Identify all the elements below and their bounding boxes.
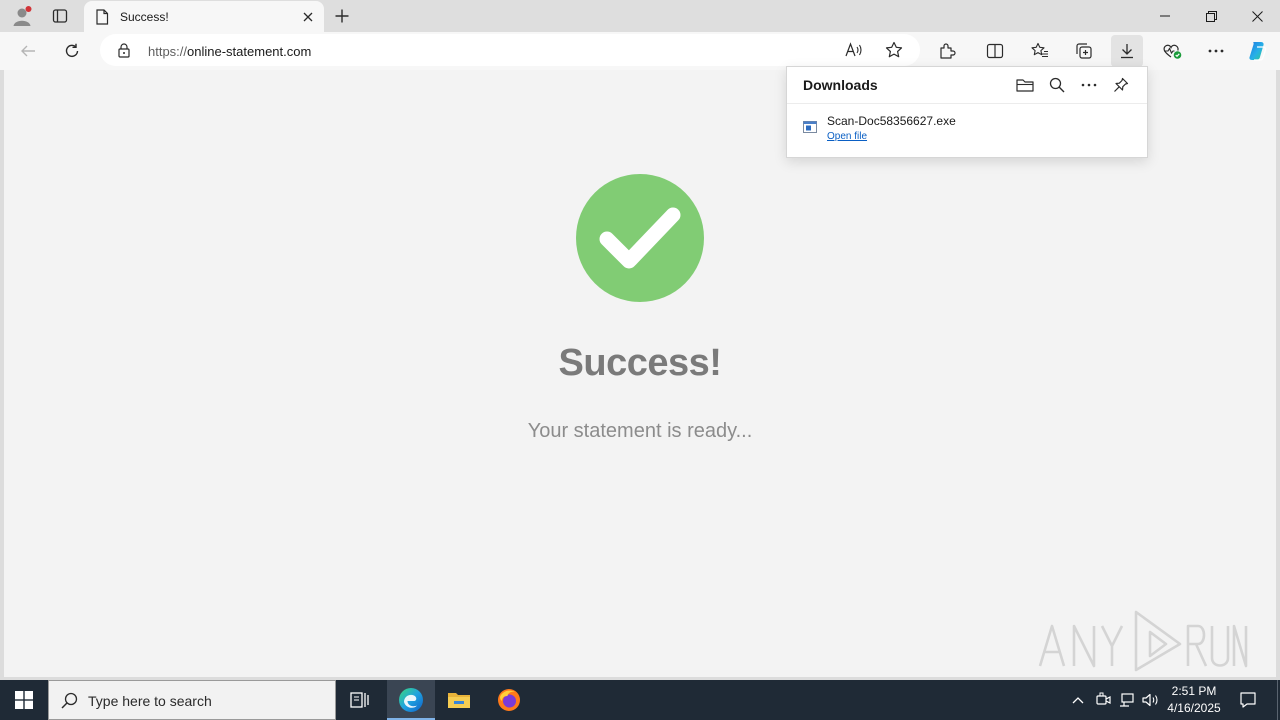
- downloads-title: Downloads: [803, 77, 878, 93]
- collections-icon[interactable]: [1068, 35, 1100, 67]
- anyrun-watermark: [1038, 608, 1248, 672]
- tab-success[interactable]: Success!: [84, 1, 324, 32]
- close-icon[interactable]: [300, 9, 316, 25]
- page-content: Success! Your statement is ready...: [4, 70, 1276, 677]
- notifications-icon[interactable]: [1234, 680, 1262, 720]
- browser-toolbar: https://online-statement.com: [0, 32, 1280, 70]
- more-icon[interactable]: [1200, 35, 1232, 67]
- firefox-icon[interactable]: [485, 680, 533, 720]
- lock-icon[interactable]: [118, 43, 130, 63]
- more-options-icon[interactable]: [1076, 73, 1102, 97]
- taskbar-search-box[interactable]: Type here to search: [48, 680, 336, 720]
- plus-icon[interactable]: [330, 4, 354, 28]
- url-host: online-statement.com: [187, 44, 312, 59]
- read-aloud-icon[interactable]: [841, 38, 867, 62]
- browser-essentials-icon[interactable]: [1156, 35, 1188, 67]
- clock-time: 2:51 PM: [1171, 684, 1217, 698]
- favorites-icon[interactable]: [1024, 35, 1056, 67]
- show-desktop-button[interactable]: [1274, 680, 1280, 720]
- search-icon: [61, 692, 78, 714]
- task-view-icon[interactable]: [336, 680, 384, 720]
- page-heading: Success!: [558, 342, 722, 384]
- pin-icon[interactable]: [1108, 73, 1134, 97]
- chevron-up-icon[interactable]: [1068, 680, 1088, 720]
- download-file-name: Scan-Doc58356627.exe: [827, 114, 956, 128]
- exe-file-icon: [803, 120, 817, 138]
- profile-icon[interactable]: [2, 0, 42, 32]
- page-subtext: Your statement is ready...: [527, 420, 753, 442]
- split-screen-icon[interactable]: [979, 35, 1011, 67]
- copilot-icon[interactable]: [1241, 35, 1273, 67]
- success-check-icon: [576, 174, 704, 302]
- extensions-icon[interactable]: [931, 35, 963, 67]
- minimize-icon[interactable]: [1142, 0, 1188, 32]
- tab-actions-icon[interactable]: [40, 0, 80, 32]
- network-icon[interactable]: [1117, 680, 1137, 720]
- clock-date: 4/16/2025: [1167, 701, 1221, 715]
- taskbar: Type here to search 2:51 PM 4/16/2025: [0, 680, 1280, 720]
- edge-icon[interactable]: [387, 680, 435, 720]
- close-window-icon[interactable]: [1234, 0, 1280, 32]
- url-scheme: https://: [148, 44, 188, 59]
- tab-bar: Success!: [0, 0, 1280, 32]
- tab-title: Success!: [120, 10, 169, 24]
- url-text[interactable]: https://online-statement.com: [148, 44, 311, 59]
- meet-now-icon[interactable]: [1093, 680, 1113, 720]
- downloads-header: Downloads: [787, 67, 1147, 104]
- page-icon: [95, 9, 109, 30]
- file-explorer-icon[interactable]: [435, 680, 483, 720]
- windows-start-icon[interactable]: [0, 680, 48, 720]
- open-folder-icon[interactable]: [1012, 73, 1038, 97]
- refresh-icon[interactable]: [56, 35, 88, 67]
- volume-icon[interactable]: [1141, 680, 1161, 720]
- download-icon[interactable]: [1111, 35, 1143, 67]
- search-placeholder: Type here to search: [88, 693, 212, 709]
- restore-icon[interactable]: [1188, 0, 1234, 32]
- downloads-flyout: Downloads Scan-Doc58356627.exe Open file: [786, 66, 1148, 158]
- back-icon[interactable]: [12, 35, 44, 67]
- address-bar[interactable]: https://online-statement.com: [100, 34, 920, 66]
- open-file-link[interactable]: Open file: [827, 131, 867, 142]
- favorite-star-icon[interactable]: [881, 38, 907, 62]
- system-clock[interactable]: 2:51 PM 4/16/2025: [1162, 683, 1226, 717]
- search-downloads-icon[interactable]: [1044, 73, 1070, 97]
